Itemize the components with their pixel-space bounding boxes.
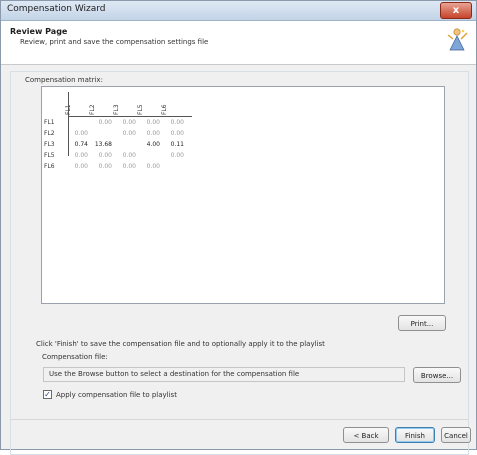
matrix-cell[interactable]: 0.00 xyxy=(116,161,136,172)
column-header-label: FL6 xyxy=(161,104,168,115)
title-bar: Compensation Wizard x xyxy=(1,1,476,21)
matrix-cell[interactable]: 0.00 xyxy=(68,150,88,161)
matrix-cell[interactable]: 0.00 xyxy=(68,128,88,139)
matrix-cell[interactable]: 0.74 xyxy=(68,139,88,150)
wizard-icon xyxy=(447,28,468,51)
column-header-label: FL2 xyxy=(89,104,96,115)
finish-instructions: Click 'Finish' to save the compensation … xyxy=(36,340,325,348)
apply-playlist-checkbox[interactable]: ✓ xyxy=(43,390,52,399)
close-button[interactable]: x xyxy=(440,2,472,19)
matrix-cell[interactable]: 0.00 xyxy=(164,150,184,161)
wizard-header: Review Page Review, print and save the c… xyxy=(1,21,476,65)
compensation-file-field[interactable]: Use the Browse button to select a destin… xyxy=(43,367,405,382)
matrix-cell[interactable]: 4.00 xyxy=(140,139,160,150)
column-header-label: FL5 xyxy=(137,104,144,115)
column-header: FL3 xyxy=(113,93,134,115)
matrix-cell[interactable]: 0.00 xyxy=(68,161,88,172)
row-header: FL1 xyxy=(44,119,55,126)
matrix-cell[interactable]: 0.00 xyxy=(116,128,136,139)
back-button[interactable]: < Back xyxy=(343,427,389,443)
page-title: Review Page xyxy=(10,27,68,36)
footer-divider xyxy=(10,419,469,420)
matrix-cell[interactable]: 0.00 xyxy=(164,128,184,139)
matrix-cell[interactable]: 13.68 xyxy=(92,139,112,150)
column-header: FL6 xyxy=(161,93,182,115)
compensation-file-label: Compensation file: xyxy=(42,353,108,361)
page-subtitle: Review, print and save the compensation … xyxy=(20,38,209,46)
column-header-label: FL3 xyxy=(113,104,120,115)
matrix-cell[interactable] xyxy=(92,128,112,139)
browse-button[interactable]: Browse... xyxy=(413,367,461,383)
column-header: FL5 xyxy=(137,93,158,115)
matrix-cell[interactable] xyxy=(68,117,88,128)
column-header: FL2 xyxy=(89,93,110,115)
row-header: FL6 xyxy=(44,163,55,170)
matrix-cell[interactable]: 0.00 xyxy=(116,117,136,128)
matrix-label: Compensation matrix: xyxy=(25,76,103,84)
print-button[interactable]: Print... xyxy=(398,315,446,331)
matrix-cell[interactable]: 0.00 xyxy=(92,150,112,161)
apply-playlist-label[interactable]: Apply compensation file to playlist xyxy=(56,391,177,399)
window-title: Compensation Wizard xyxy=(7,4,106,14)
compensation-matrix[interactable]: FL1 FL2 FL3 FL5 FL6 FL1 FL2 FL3 FL5 FL6 … xyxy=(41,86,445,304)
row-header: FL3 xyxy=(44,141,55,148)
matrix-cell[interactable] xyxy=(140,150,160,161)
row-header: FL5 xyxy=(44,152,55,159)
column-header: FL1 xyxy=(65,93,86,115)
matrix-cell[interactable]: 0.00 xyxy=(116,150,136,161)
wizard-window: Compensation Wizard x Review Page Review… xyxy=(0,0,477,455)
matrix-cell[interactable] xyxy=(116,139,136,150)
matrix-cell[interactable]: 0.00 xyxy=(140,117,160,128)
matrix-cell[interactable]: 0.11 xyxy=(164,139,184,150)
matrix-cell[interactable]: 0.00 xyxy=(140,161,160,172)
matrix-cell[interactable]: 0.00 xyxy=(92,117,112,128)
cancel-button[interactable]: Cancel xyxy=(441,427,471,443)
matrix-cell[interactable] xyxy=(164,161,184,172)
finish-button[interactable]: Finish xyxy=(395,427,435,443)
matrix-cell[interactable]: 0.00 xyxy=(164,117,184,128)
matrix-cell[interactable]: 0.00 xyxy=(140,128,160,139)
row-header: FL2 xyxy=(44,130,55,137)
matrix-cell[interactable]: 0.00 xyxy=(92,161,112,172)
